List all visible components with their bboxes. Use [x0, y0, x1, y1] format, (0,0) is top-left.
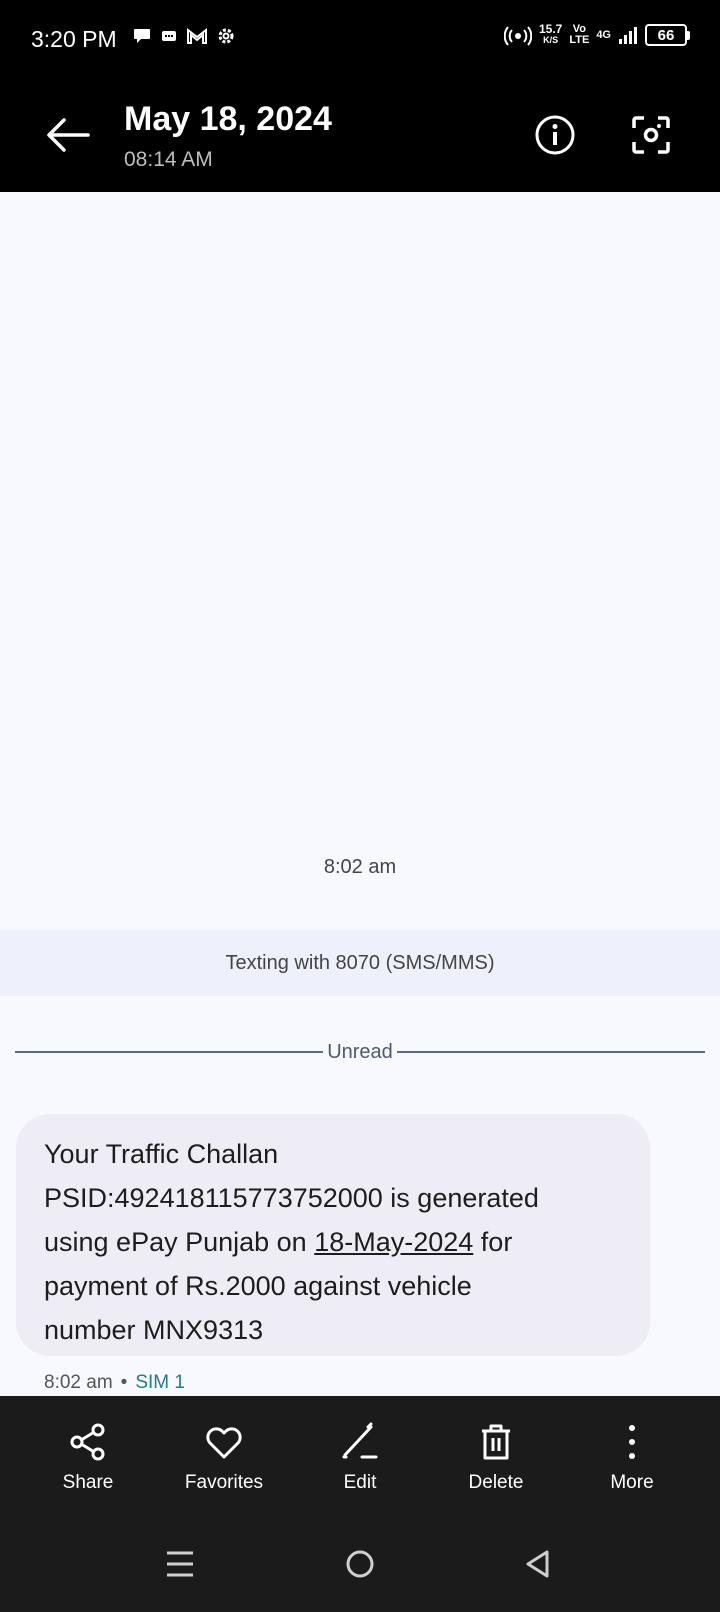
conversation-view[interactable]: 8:02 am Texting with 8070 (SMS/MMS) Unre…: [0, 192, 720, 1396]
unread-label: Unread: [327, 1040, 393, 1063]
delete-button[interactable]: Delete: [428, 1396, 564, 1516]
chat-bubble-icon: [134, 29, 150, 43]
back-triangle-icon: [526, 1550, 549, 1578]
speed-value: 15.7: [538, 22, 563, 36]
more-button[interactable]: More: [564, 1396, 700, 1516]
message-text: for: [473, 1227, 513, 1257]
recents-button[interactable]: [158, 1544, 202, 1584]
favorites-button[interactable]: Favorites: [156, 1396, 292, 1516]
unread-divider: Unread: [15, 1038, 706, 1066]
status-time: 3:20 PM: [31, 26, 117, 52]
page-subtitle: 08:14 AM: [124, 148, 213, 171]
settings-gear-icon: [218, 28, 234, 44]
texting-banner: Texting with 8070 (SMS/MMS): [0, 930, 720, 996]
sim-label: SIM 1: [135, 1372, 185, 1393]
time-divider: 8:02 am: [323, 856, 397, 878]
status-indicators: 15.7 K/S Vo LTE 4G 66: [503, 22, 690, 46]
network-speed: 15.7 K/S: [538, 22, 563, 46]
info-icon: [535, 115, 575, 155]
pencil-icon: [342, 1422, 378, 1459]
hotspot-icon: [503, 26, 532, 46]
more-vertical-icon: [629, 1425, 635, 1459]
app-header: May 18, 2024 08:14 AM: [0, 80, 720, 192]
message-text: using ePay Punjab on: [44, 1227, 315, 1257]
network-type: 4G: [596, 28, 611, 41]
notification-icons: [132, 26, 236, 46]
gmail-icon: [187, 27, 207, 44]
system-nav-bar: [0, 1516, 720, 1612]
more-label: More: [610, 1472, 654, 1493]
edit-button[interactable]: Edit: [292, 1396, 428, 1516]
unread-line-left: [15, 1051, 324, 1053]
page-title: May 18, 2024: [124, 100, 332, 138]
message-line: number MNX9313: [44, 1315, 264, 1345]
home-button[interactable]: [338, 1544, 382, 1584]
delete-label: Delete: [468, 1472, 524, 1493]
message-line: payment of Rs.2000 against vehicle: [44, 1271, 472, 1301]
meta-separator: •: [120, 1372, 128, 1393]
battery-level: 66: [657, 26, 675, 44]
share-button[interactable]: Share: [20, 1396, 156, 1516]
message-meta: 8:02 am • SIM 1: [44, 1372, 185, 1394]
trash-icon: [482, 1424, 510, 1460]
network-type-label: 4G: [596, 28, 611, 41]
back-button[interactable]: [40, 110, 96, 160]
home-circle-icon: [346, 1550, 374, 1578]
status-bar: 3:20 PM 15.7 K/S Vo LTE 4G 66: [0, 0, 720, 80]
speed-unit: K/S: [543, 35, 559, 45]
message-bubble[interactable]: Your Traffic Challan PSID:49241811577375…: [16, 1114, 650, 1356]
battery-icon: 66: [645, 24, 690, 46]
message-line: Your Traffic Challan: [44, 1139, 279, 1169]
volte-bottom: LTE: [569, 34, 590, 46]
favorites-label: Favorites: [184, 1472, 264, 1493]
scan-frame-icon: [632, 116, 670, 154]
edit-label: Edit: [343, 1472, 377, 1493]
info-button[interactable]: [530, 110, 580, 160]
screenshot-scan-button[interactable]: [626, 110, 676, 160]
signal-bars-icon: [619, 27, 637, 44]
volte-indicator: Vo LTE: [569, 24, 589, 46]
share-icon: [70, 1423, 105, 1461]
message-time: 8:02 am: [44, 1372, 113, 1393]
back-nav-button[interactable]: [516, 1544, 560, 1584]
unread-line-right: [396, 1051, 706, 1053]
message-line: PSID:492418115773752000 is generated: [44, 1183, 539, 1213]
menu-lines-icon: [167, 1551, 193, 1577]
message-line: using ePay Punjab on 18-May-2024 for: [44, 1220, 622, 1264]
message-icon: [162, 31, 176, 41]
share-label: Share: [62, 1472, 114, 1493]
back-arrow-icon: [47, 118, 90, 152]
date-link[interactable]: 18-May-2024: [314, 1227, 473, 1257]
heart-icon: [206, 1427, 242, 1459]
action-bar: Share Favorites Edit Delete More: [0, 1396, 720, 1516]
